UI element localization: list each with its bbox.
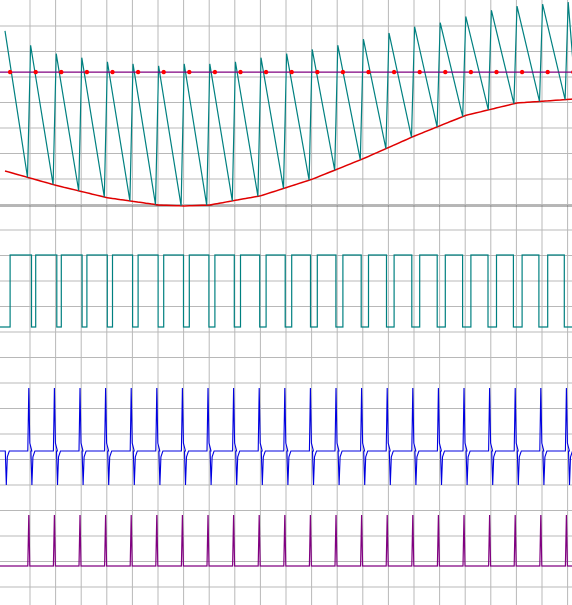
crossing-marker: [238, 69, 243, 75]
crossing-marker: [59, 69, 64, 75]
crossing-marker: [366, 69, 371, 75]
crossing-marker: [315, 69, 320, 75]
crossing-marker: [417, 69, 422, 75]
crossing-marker: [494, 69, 499, 75]
crossing-marker: [289, 69, 294, 75]
crossing-marker: [135, 69, 141, 75]
crossing-marker: [263, 69, 269, 75]
crossing-marker: [84, 69, 90, 75]
crossing-marker: [212, 69, 218, 75]
crossing-marker: [443, 69, 448, 75]
envelope-line: [4, 98, 572, 207]
crossing-marker: [33, 69, 38, 75]
crossing-marker: [110, 69, 115, 75]
crossing-marker: [161, 69, 166, 75]
sawtooth-line: [4, 2, 572, 206]
crossing-marker: [7, 69, 13, 75]
crossing-marker: [468, 69, 474, 75]
crossing-marker: [519, 69, 525, 75]
oscilloscope-plot: [0, 0, 572, 605]
crossing-marker: [391, 69, 397, 75]
crossing-marker: [187, 69, 192, 75]
crossing-marker: [340, 69, 346, 75]
crossing-marker: [545, 69, 550, 75]
